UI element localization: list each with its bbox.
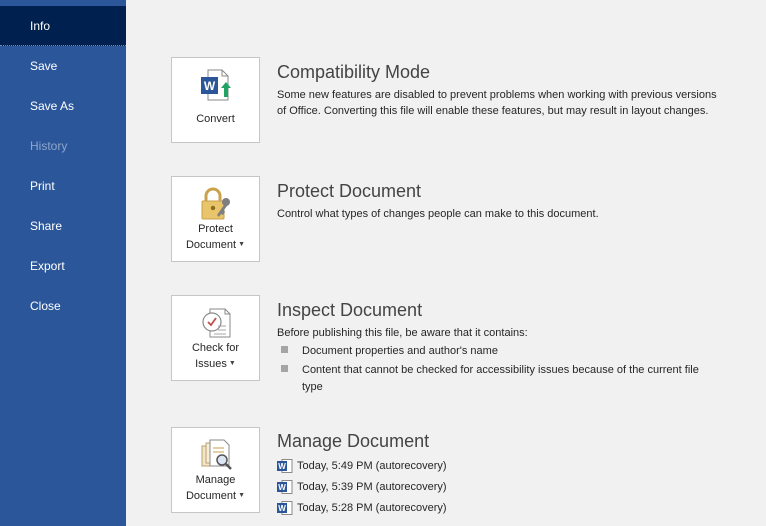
version-row[interactable]: W Today, 5:28 PM (autorecovery) — [277, 499, 447, 517]
svg-text:W: W — [278, 483, 286, 492]
dropdown-caret-icon: ▼ — [238, 241, 246, 248]
word-file-icon: W — [277, 459, 293, 473]
convert-label: Convert — [196, 113, 235, 125]
manage-label-line2-wrap: Document ▼ — [172, 488, 259, 504]
dropdown-caret-icon: ▼ — [238, 492, 246, 499]
check-label-line2-wrap: Issues ▼ — [172, 356, 259, 372]
manage-label-line1: Manage — [195, 474, 236, 486]
version-row[interactable]: W Today, 5:39 PM (autorecovery) — [277, 478, 447, 496]
check-label-line1: Check for — [191, 342, 240, 354]
manage-title: Manage Document — [277, 431, 430, 451]
protect-document-button[interactable]: Protect Document ▼ — [171, 176, 260, 262]
protect-label-line2-wrap: Document ▼ — [172, 237, 259, 253]
word-file-icon: W — [277, 501, 293, 515]
inspect-description: Before publishing this file, be aware th… — [277, 327, 528, 339]
protect-label-line2: Document — [185, 239, 237, 251]
nav-item-save-as[interactable]: Save As — [0, 86, 126, 126]
nav-item-info[interactable]: Info — [0, 6, 126, 46]
word-convert-icon: W — [201, 69, 231, 101]
lock-key-icon — [201, 187, 230, 220]
check-for-issues-button[interactable]: Check for Issues ▼ — [171, 295, 260, 381]
list-item: Content that cannot be checked for acces… — [277, 362, 717, 396]
inspect-bullet-1: Document properties and author's name — [302, 345, 498, 357]
bullet-square-icon — [281, 346, 288, 353]
nav-item-export[interactable]: Export — [0, 246, 126, 286]
nav-item-share[interactable]: Share — [0, 206, 126, 246]
protect-title: Protect Document — [277, 181, 422, 201]
dropdown-caret-icon: ▼ — [228, 360, 236, 367]
compatibility-title: Compatibility Mode — [277, 62, 431, 82]
protect-label-line1: Protect — [198, 223, 233, 235]
bullet-square-icon — [281, 365, 288, 372]
version-row[interactable]: W Today, 5:49 PM (autorecovery) — [277, 457, 447, 475]
svg-text:W: W — [278, 462, 286, 471]
version-label: Today, 5:28 PM (autorecovery) — [297, 502, 447, 514]
nav-item-save[interactable]: Save — [0, 46, 126, 86]
protect-description: Control what types of changes people can… — [277, 208, 599, 220]
nav-item-history: History — [30, 139, 68, 153]
nav-item-close[interactable]: Close — [0, 286, 126, 326]
checklist-icon — [202, 308, 231, 338]
svg-text:W: W — [204, 79, 216, 93]
inspect-title: Inspect Document — [277, 300, 423, 320]
svg-text:W: W — [278, 504, 286, 513]
manage-document-button[interactable]: Manage Document ▼ — [171, 427, 260, 513]
compatibility-description: Some new features are disabled to preven… — [277, 89, 717, 117]
version-label: Today, 5:39 PM (autorecovery) — [297, 481, 447, 493]
backstage-sidebar: Info Save Save As History Print Share Ex… — [0, 0, 126, 526]
list-item: Document properties and author's name — [277, 343, 717, 360]
version-label: Today, 5:49 PM (autorecovery) — [297, 460, 447, 472]
manage-document-icon — [201, 439, 232, 470]
check-label-line2: Issues — [195, 358, 227, 370]
word-file-icon: W — [277, 480, 293, 494]
nav-item-print[interactable]: Print — [0, 166, 126, 206]
convert-button[interactable]: W Convert — [171, 57, 260, 143]
inspect-bullet-2: Content that cannot be checked for acces… — [302, 364, 699, 393]
manage-label-line2: Document — [185, 490, 237, 502]
